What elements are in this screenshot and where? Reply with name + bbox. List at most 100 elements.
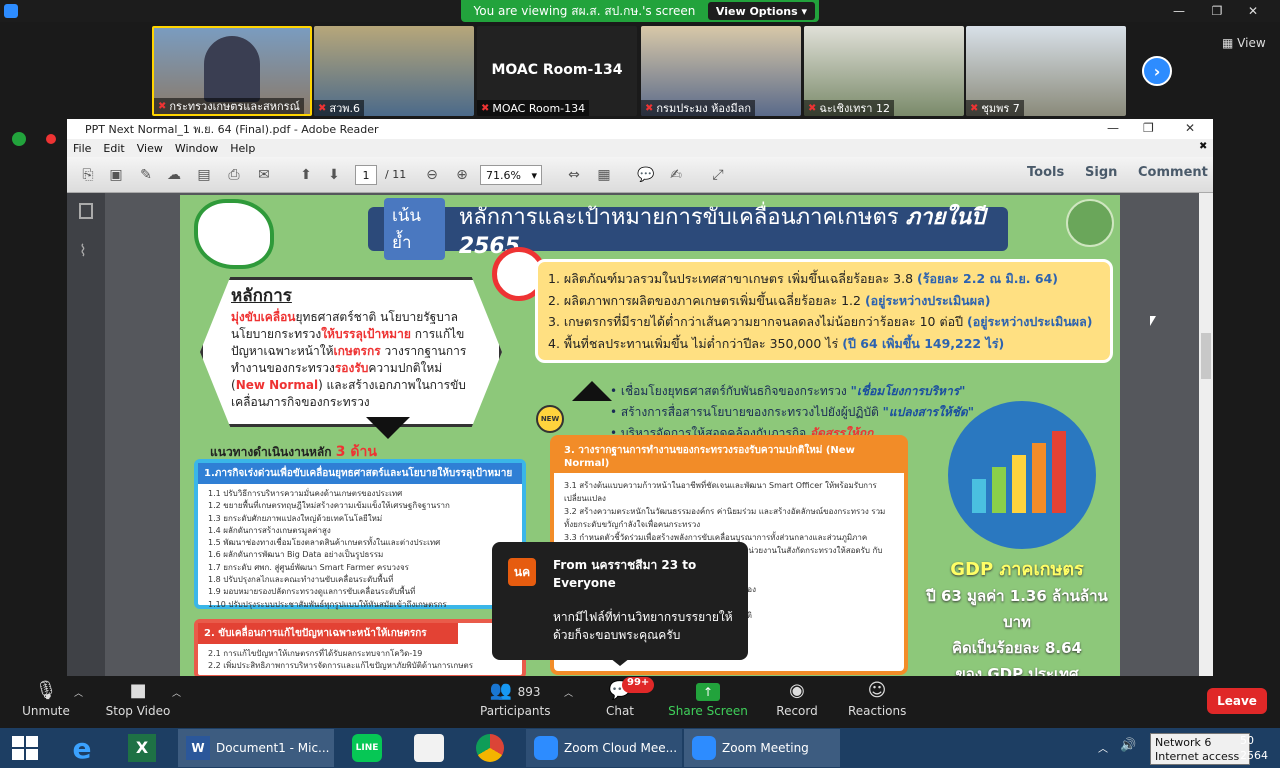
tools-link[interactable]: Tools [1027, 165, 1064, 180]
mission-3-title: 3. วางรากฐานการทำงานของกระทรวงรองรับความ… [554, 439, 904, 473]
header-title: หลักการและเป้าหมายการขับเคลื่อนภาคเกษตร … [458, 205, 986, 259]
goals-box: 1. ผลิตภัณฑ์มวลรวมในประเทศสาขาเกษตร เพิ่… [535, 259, 1113, 363]
volume-icon[interactable]: 🔊 [1120, 738, 1136, 753]
close-icon[interactable]: ✕ [1238, 0, 1268, 22]
header-prefix: เน้นย้ำ [384, 198, 445, 260]
menu-view[interactable]: View [137, 142, 163, 155]
arrow-down-icon [366, 417, 410, 439]
reader-restore-icon[interactable]: ❐ [1143, 121, 1154, 135]
reader-minimize-icon[interactable]: — [1107, 121, 1119, 135]
reactions-label: Reactions [848, 704, 907, 718]
mic-off-icon: ✖ [645, 102, 654, 114]
doc-close-icon[interactable]: ✖ [1199, 141, 1207, 152]
mic-off-icon: ✖ [318, 102, 327, 114]
fullscreen-icon[interactable]: ⤢ [707, 165, 729, 185]
chat-avatar: นค [508, 558, 536, 586]
grid-icon: ▦ [1222, 36, 1234, 50]
pages-icon[interactable] [79, 203, 93, 219]
tray-chevron-icon[interactable]: ︿ [1098, 740, 1108, 755]
tile-name: ✖ กรมประมง ห้องมีลก [641, 100, 756, 116]
participants-button[interactable]: 👥 893 Participants [480, 678, 551, 726]
prev-page-icon[interactable]: ⬆ [295, 165, 317, 185]
email-icon[interactable]: ✉ [253, 165, 275, 185]
unmute-button[interactable]: 🎙 Unmute [18, 678, 74, 726]
next-page-icon[interactable]: › [1142, 56, 1172, 86]
taskbar-word[interactable]: W Document1 - Mic... [178, 729, 334, 767]
menu-help[interactable]: Help [230, 142, 255, 155]
page-number-input[interactable]: 1 [355, 165, 377, 185]
mic-off-icon: ✖ [158, 100, 167, 112]
mic-off-icon: ✖ [970, 102, 979, 114]
network-tooltip: Network 6 Internet access [1150, 733, 1250, 765]
zoom-out-icon[interactable]: ⊖ [421, 165, 443, 185]
reader-scrollbar[interactable] [1199, 193, 1213, 676]
restore-icon[interactable]: ❐ [1202, 0, 1232, 22]
taskbar-zoom-meeting[interactable]: Zoom Meeting [684, 729, 840, 767]
view-options-button[interactable]: View Options ▾ [707, 2, 815, 20]
app-swirl-icon[interactable] [414, 734, 444, 762]
minimize-icon[interactable]: — [1164, 0, 1194, 22]
participants-options-icon[interactable]: ︿ [564, 686, 573, 699]
gdp-summary: GDP ภาคเกษตร ปี 63 มูลค่า 1.36 ล้านล้านบ… [922, 557, 1112, 676]
tile-name: ✖ กระทรวงเกษตรและสหกรณ์ [154, 98, 304, 114]
participants-icon: 👥 893 [489, 680, 541, 701]
cloud-upload-icon[interactable]: ☁ [163, 165, 185, 185]
combine-icon[interactable]: ▣ [105, 165, 127, 185]
taskbar-clock[interactable]: 50 2564 [1240, 733, 1268, 763]
video-options-icon[interactable]: ︿ [172, 686, 181, 699]
internet-explorer-icon[interactable]: e [66, 732, 98, 765]
zoom-value: 71.6% [486, 168, 521, 182]
comment-link[interactable]: Comment [1138, 165, 1208, 180]
share-screen-button[interactable]: ↑ Share Screen [668, 678, 748, 726]
save-icon[interactable]: ▤ [193, 165, 215, 185]
chat-from: From นครราชสีมา 23 to Everyone [553, 558, 697, 590]
reader-title: PPT Next Normal_1 พ.ย. 64 (Final).pdf - … [85, 123, 379, 136]
reactions-button[interactable]: ☺ Reactions [848, 678, 906, 726]
video-tile[interactable]: ✖ ชุมพร 7 [966, 26, 1126, 116]
zoom-app-icon [692, 736, 716, 760]
zoom-select[interactable]: 71.6% ▾ [480, 165, 542, 185]
zoom-app-icon [534, 736, 558, 760]
taskbar-zoom-cloud[interactable]: Zoom Cloud Mee... [526, 729, 682, 767]
create-pdf-icon[interactable]: ⎘ [77, 165, 99, 185]
menu-file[interactable]: File [73, 142, 91, 155]
comment-icon[interactable]: 💬 [635, 165, 657, 185]
windows-start-icon[interactable] [12, 736, 38, 760]
new-badge-icon: NEW [536, 405, 564, 433]
line-icon[interactable]: LINE [352, 734, 382, 762]
zoom-in-icon[interactable]: ⊕ [451, 165, 473, 185]
video-tile[interactable]: ✖ ฉะเชิงเทรา 12 [804, 26, 964, 116]
chrome-icon[interactable] [476, 734, 504, 762]
edit-icon[interactable]: ✎ [135, 165, 157, 185]
sign-link[interactable]: Sign [1085, 165, 1117, 180]
sign-icon[interactable]: ✍ [665, 165, 687, 185]
mission-1-title: 1.ภารกิจเร่งด่วนเพื่อขับเคลื่อนยุทธศาสตร… [198, 463, 522, 484]
video-tile[interactable]: MOAC Room-134 ✖ MOAC Room-134 [477, 26, 637, 116]
leave-button[interactable]: Leave [1207, 688, 1267, 714]
menu-edit[interactable]: Edit [103, 142, 124, 155]
attachment-icon[interactable]: ⌇ [79, 241, 87, 260]
scroll-thumb[interactable] [1201, 333, 1211, 379]
record-button[interactable]: ◉ Record [774, 678, 820, 726]
video-tile[interactable]: ✖ กระทรวงเกษตรและสหกรณ์ [152, 26, 312, 116]
stop-video-button[interactable]: ■ Stop Video [104, 678, 172, 726]
mission-1-list: 1.1 ปรับวิธีการบริหารความมั่นคงด้านเกษตร… [208, 489, 450, 609]
menu-window[interactable]: Window [175, 142, 218, 155]
mic-muted-icon: 🎙 [34, 680, 58, 701]
excel-icon[interactable]: X [128, 734, 156, 762]
video-tile[interactable]: ✖ กรมประมง ห้องมีลก [641, 26, 801, 116]
arrow-up-icon [572, 381, 612, 401]
fit-page-icon[interactable]: ▦ [593, 165, 615, 185]
next-page-doc-icon[interactable]: ⬇ [323, 165, 345, 185]
mascot-logo-icon [194, 199, 274, 269]
mission-box-1: 1.ภารกิจเร่งด่วนเพื่อขับเคลื่อนยุทธศาสตร… [194, 459, 526, 609]
fit-width-icon[interactable]: ⇔ [563, 165, 585, 185]
audio-options-icon[interactable]: ︿ [74, 686, 83, 699]
share-banner-text: You are viewing สผ.ส. สป.กษ.'s screen [473, 3, 696, 18]
video-camera-icon: ■ [129, 680, 147, 701]
print-icon[interactable]: ⎙ [223, 165, 245, 185]
video-tile[interactable]: ✖ สวพ.6 [314, 26, 474, 116]
chat-notification[interactable]: นค From นครราชสีมา 23 to Everyone หากมีไ… [492, 542, 748, 660]
reader-close-icon[interactable]: ✕ [1185, 121, 1195, 135]
view-button[interactable]: ▦ View [1222, 36, 1266, 50]
